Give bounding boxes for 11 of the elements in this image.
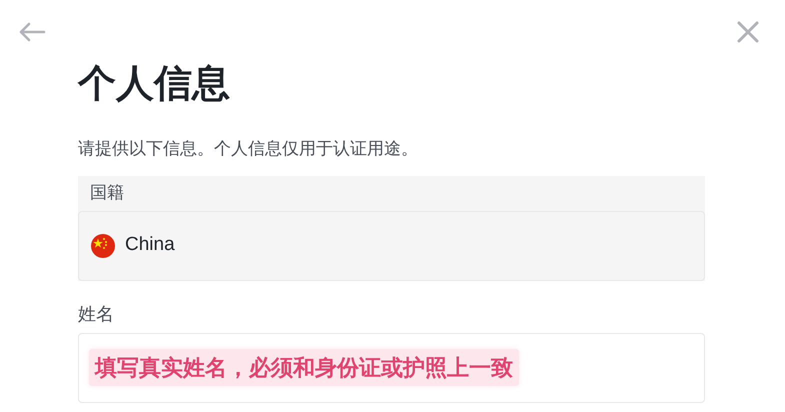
- name-label: 姓名: [78, 302, 114, 326]
- close-icon: [737, 21, 759, 43]
- description-text: 请提供以下信息。个人信息仅用于认证用途。: [78, 138, 418, 160]
- nationality-label: 国籍: [89, 182, 124, 204]
- flag-icon: [91, 234, 115, 258]
- name-hint-text: 填写真实姓名，必须和身份证或护照上一致: [89, 349, 519, 386]
- close-button[interactable]: [737, 21, 759, 43]
- page-title: 个人信息: [78, 62, 230, 107]
- back-arrow-icon: [18, 20, 46, 44]
- nationality-select[interactable]: China: [78, 210, 705, 280]
- back-button[interactable]: [18, 20, 46, 44]
